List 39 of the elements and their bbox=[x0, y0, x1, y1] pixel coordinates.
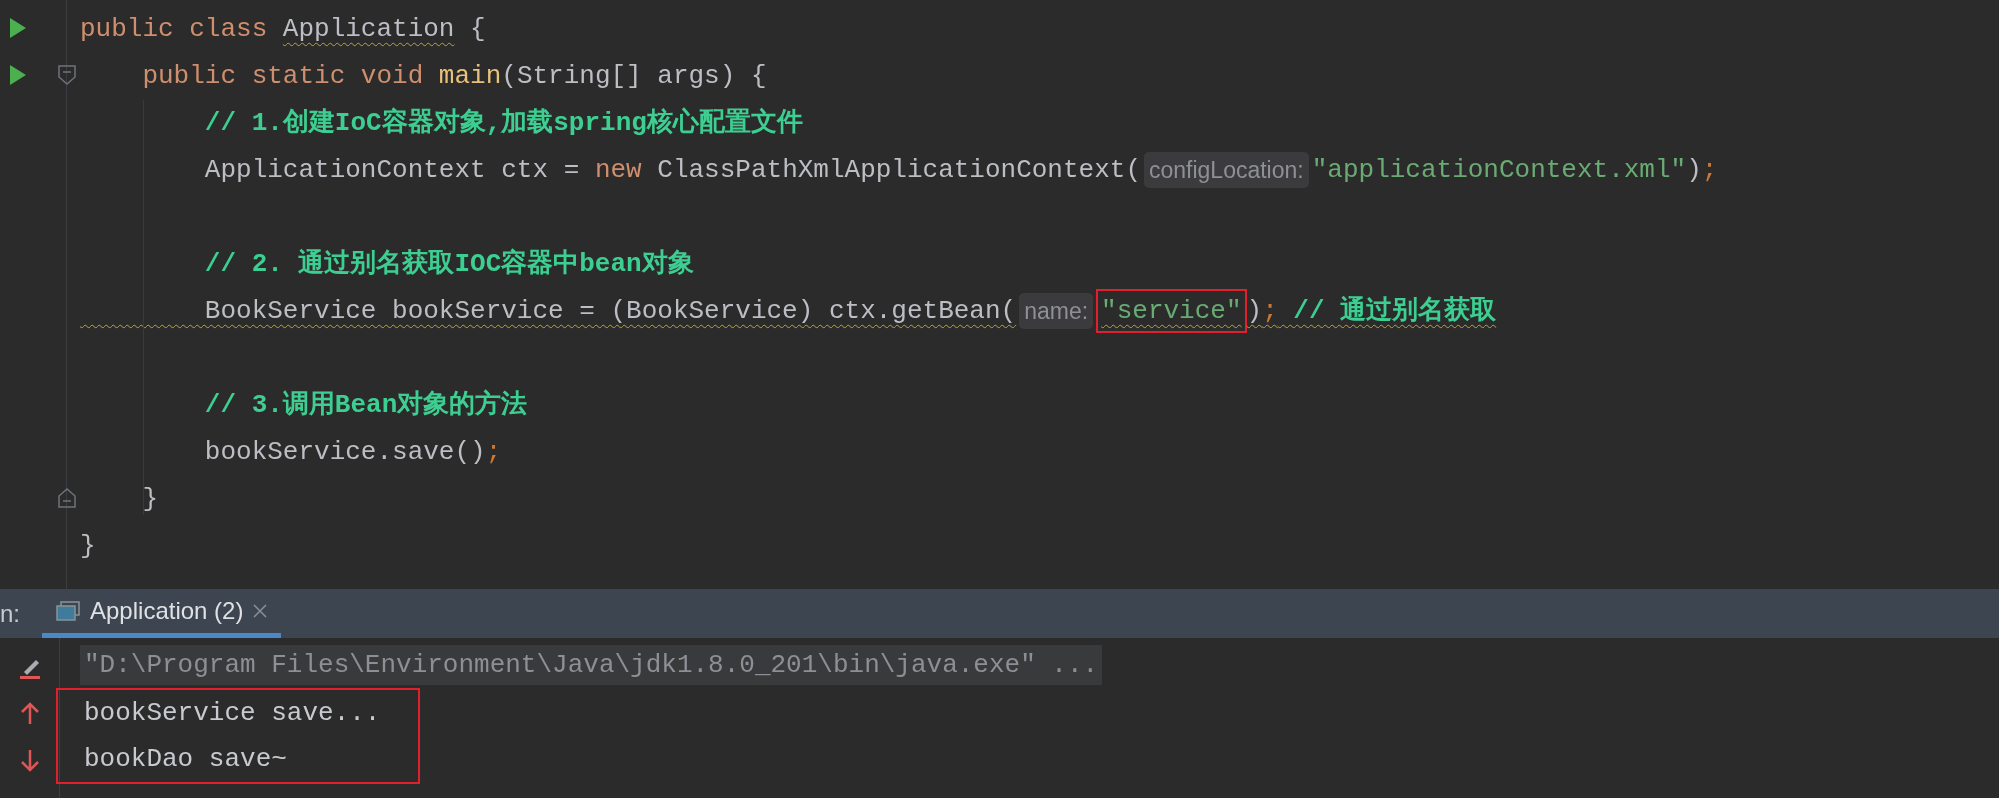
run-icon[interactable] bbox=[10, 65, 26, 85]
code-text: ) bbox=[1686, 153, 1702, 187]
console-command: "D:\Program Files\Environment\Java\jdk1.8.0_201\bin\java.exe" ... bbox=[80, 645, 1103, 685]
parameter-hint: configLocation: bbox=[1144, 151, 1309, 188]
code-comment: // 3.调用Bean对象的方法 bbox=[203, 388, 528, 422]
console-output: bookService save... bbox=[83, 697, 382, 730]
code-comment: // 2. 通过别名获取IOC容器中bean对象 bbox=[203, 247, 694, 281]
string-literal: "applicationContext.xml" bbox=[1311, 153, 1687, 187]
method-name: main bbox=[438, 59, 502, 93]
up-arrow-icon[interactable] bbox=[19, 702, 40, 726]
code-text: } bbox=[80, 529, 96, 563]
run-tab[interactable]: Application (2) bbox=[42, 589, 282, 638]
parameter-hint: name: bbox=[1019, 292, 1094, 329]
code-text: } bbox=[141, 482, 158, 516]
code-text: ClassPathXmlApplicationContext( bbox=[656, 153, 1141, 187]
semicolon: ; bbox=[1262, 294, 1278, 328]
string-literal: "service" bbox=[1096, 288, 1247, 333]
console-output: bookDao save~ bbox=[83, 743, 288, 776]
semicolon: ; bbox=[485, 435, 502, 469]
window-icon bbox=[56, 601, 80, 621]
panel-label: n: bbox=[0, 598, 20, 629]
fold-icon[interactable] bbox=[58, 488, 76, 508]
run-icon[interactable] bbox=[10, 18, 26, 38]
code-text: ) bbox=[1246, 294, 1263, 328]
code-text: (String[] args) { bbox=[501, 59, 767, 93]
code-comment: // 1.创建IoC容器对象,加载spring核心配置文件 bbox=[203, 106, 803, 140]
fold-icon[interactable] bbox=[58, 65, 76, 85]
code-keyword: new bbox=[594, 153, 642, 187]
code-text: { bbox=[469, 12, 486, 46]
code-text: BookService bookService = (BookService) ctx.getBean( bbox=[203, 294, 1017, 328]
code-comment: // 通过别名获取 bbox=[1292, 294, 1497, 328]
close-icon[interactable] bbox=[253, 604, 268, 618]
code-text: bookService.save() bbox=[203, 435, 486, 469]
code-keyword: public class bbox=[80, 12, 269, 46]
down-arrow-icon[interactable] bbox=[19, 748, 40, 772]
semicolon: ; bbox=[1701, 153, 1718, 187]
code-keyword: public static void bbox=[141, 59, 425, 93]
code-text: Application bbox=[282, 12, 455, 46]
code-text: ApplicationContext ctx = bbox=[203, 153, 581, 187]
